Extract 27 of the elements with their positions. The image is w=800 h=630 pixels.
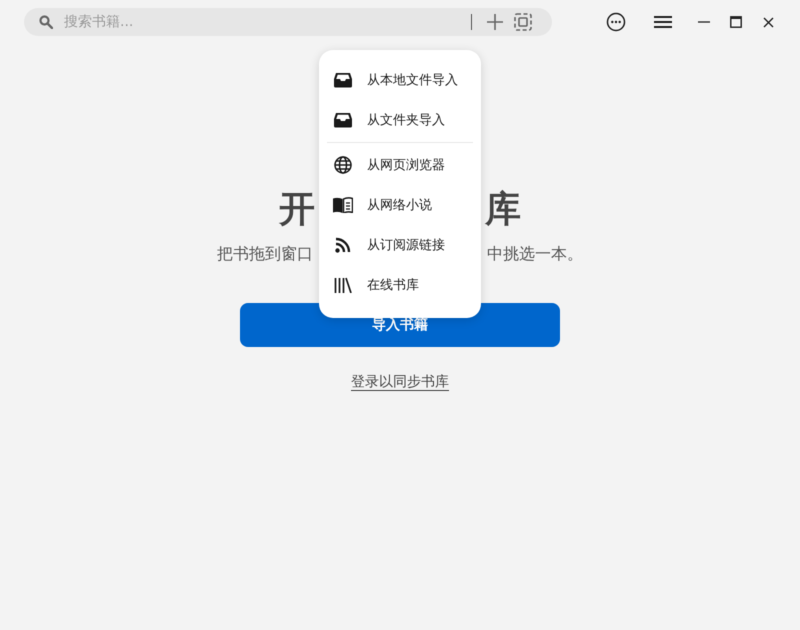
menu-icon[interactable] xyxy=(654,15,672,29)
menu-item[interactable]: 从订阅源链接 xyxy=(327,225,473,265)
more-icon[interactable] xyxy=(606,12,626,32)
menu-item[interactable]: 从文件夹导入 xyxy=(327,100,473,140)
tray-icon xyxy=(333,112,353,128)
close-icon[interactable] xyxy=(763,16,774,28)
subtitle-text: 中挑选一本。 xyxy=(487,244,583,264)
library-icon xyxy=(333,277,353,293)
search-input[interactable]: 搜索书籍... xyxy=(64,14,471,30)
menu-item[interactable]: 从本地文件导入 xyxy=(327,60,473,100)
rss-icon xyxy=(333,237,353,253)
login-link[interactable]: 登录以同步书库 xyxy=(351,373,449,391)
heading-text: 开 xyxy=(279,188,315,232)
globe-icon xyxy=(333,156,353,174)
heading-text: 库 xyxy=(485,188,521,232)
scan-icon[interactable] xyxy=(514,13,532,31)
menu-item[interactable]: 从网络小说 xyxy=(327,185,473,225)
subtitle-text: 把书拖到窗口 xyxy=(217,244,313,264)
search-icon xyxy=(39,15,53,29)
menu-item[interactable]: 从网页浏览器 xyxy=(327,145,473,185)
maximize-icon[interactable] xyxy=(730,16,742,28)
add-icon[interactable] xyxy=(486,13,504,31)
search-field[interactable]: 搜索书籍... xyxy=(24,8,552,36)
book-icon xyxy=(333,197,353,213)
tray-icon xyxy=(333,72,353,88)
menu-item[interactable]: 在线书库 xyxy=(327,265,473,305)
minimize-icon[interactable] xyxy=(698,21,710,23)
